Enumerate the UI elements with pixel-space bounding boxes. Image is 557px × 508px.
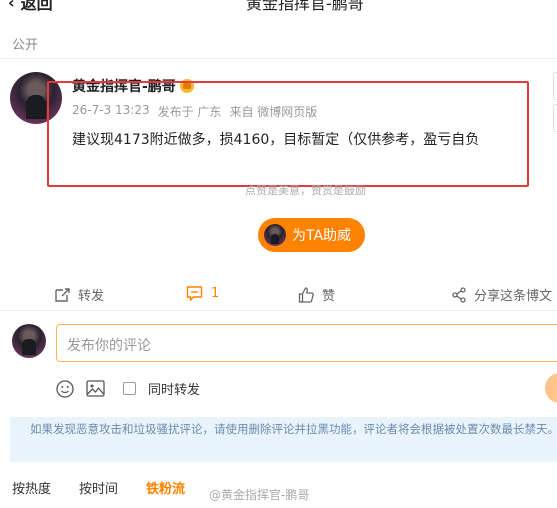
reward-hint: 点赞是美意，赞赏是鼓励: [245, 184, 366, 197]
share-button[interactable]: 分享这条博文: [452, 285, 552, 304]
comment-icon: [186, 286, 203, 301]
repost-checkbox[interactable]: [123, 382, 136, 395]
cheer-button[interactable]: 为TA助威: [258, 218, 365, 252]
side-button[interactable]: [553, 104, 557, 132]
cheer-label: 为TA助威: [292, 228, 352, 244]
page-title: 黄金指挥官-鹏哥: [246, 0, 364, 13]
repost-checkbox-label: 同时转发: [148, 383, 201, 398]
thumbs-up-icon: [298, 286, 314, 303]
divider: [0, 310, 557, 311]
watermark: @黄金指挥官-鹏哥: [209, 488, 310, 502]
divider: [0, 58, 557, 59]
tab-hot[interactable]: 按热度: [12, 478, 51, 497]
tab-time[interactable]: 按时间: [79, 478, 118, 497]
moderation-notice: 如果发现恶意攻击和垃圾骚扰评论，请使用删除评论并拉黑功能，评论者将会根据被处置次…: [10, 417, 557, 462]
back-button[interactable]: ‹ 返回: [8, 0, 53, 14]
comment-count: 1: [211, 285, 220, 301]
image-icon[interactable]: [86, 380, 105, 397]
comment-tools: 同时转发: [56, 379, 200, 398]
side-button[interactable]: [553, 72, 557, 100]
like-button[interactable]: 赞: [298, 285, 335, 304]
share-label: 分享这条博文: [474, 289, 553, 304]
comment-button[interactable]: 1: [186, 285, 219, 301]
repost-label: 转发: [78, 289, 105, 304]
comment-sort-tabs: 按热度 按时间 铁粉流: [12, 478, 185, 497]
submit-comment-button[interactable]: [545, 373, 557, 403]
back-label: 返回: [20, 0, 53, 13]
comment-input[interactable]: 发布你的评论: [56, 324, 557, 362]
top-bar: ‹ 返回 黄金指挥官-鹏哥: [0, 0, 557, 14]
current-user-avatar[interactable]: [12, 324, 46, 358]
cheer-avatar: [264, 224, 286, 246]
share-icon: [452, 286, 466, 303]
chevron-left-icon: ‹: [8, 0, 15, 12]
highlight-box: [47, 81, 529, 187]
repost-button[interactable]: 转发: [54, 285, 104, 304]
repost-icon: [55, 287, 70, 302]
tab-fans[interactable]: 铁粉流: [146, 478, 185, 497]
visibility-label: 公开: [12, 38, 39, 53]
post-actions: 转发 1 赞 分享这条博文: [0, 285, 557, 304]
emoji-icon[interactable]: [56, 379, 74, 398]
like-label: 赞: [322, 289, 336, 304]
